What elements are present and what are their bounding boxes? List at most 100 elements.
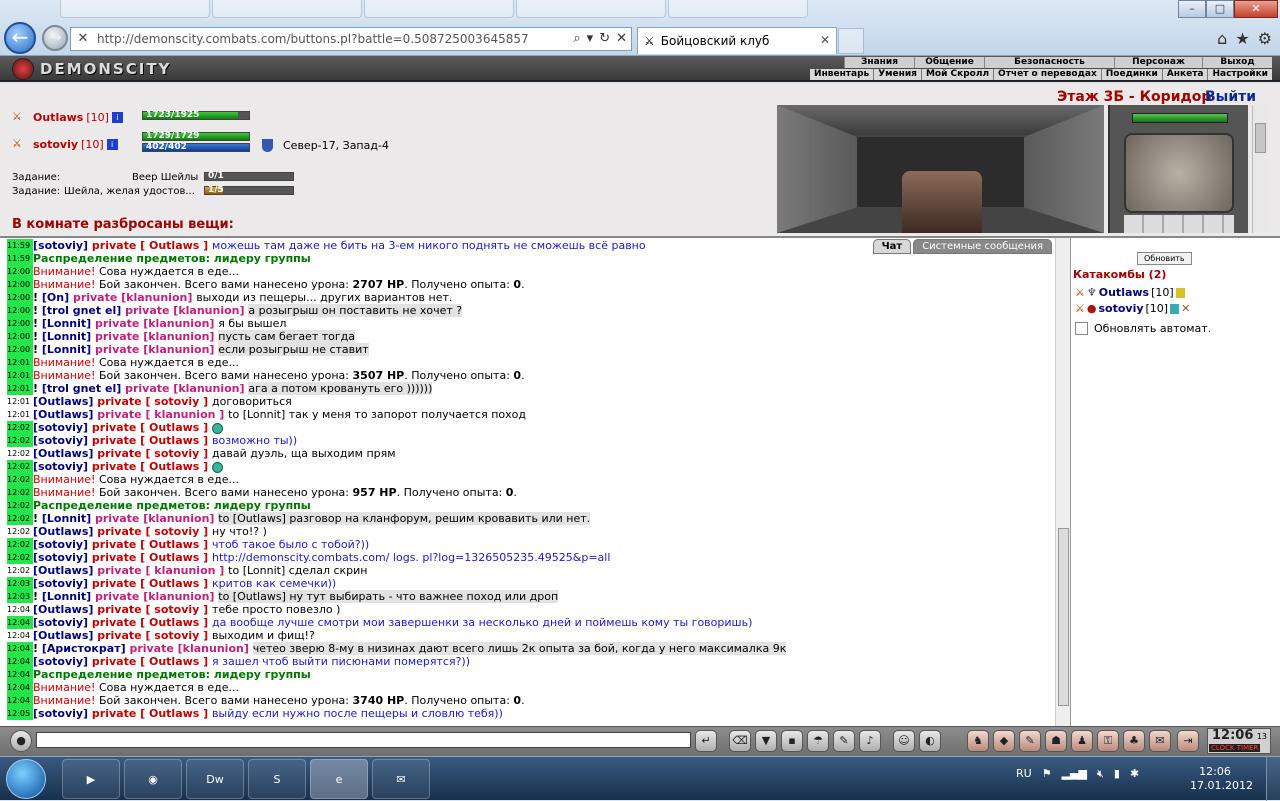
- background-tab[interactable]: [212, 0, 362, 18]
- chat-input[interactable]: [36, 732, 691, 748]
- message-sender[interactable]: [Outlaws]: [33, 629, 93, 642]
- private-target[interactable]: private [klanunion]: [126, 642, 253, 655]
- message-sender[interactable]: [Lonnit]: [42, 343, 91, 356]
- private-target[interactable]: private [klanunion]: [91, 317, 218, 330]
- menu-exit[interactable]: Выход: [1202, 57, 1272, 68]
- submenu-transfers[interactable]: Отчет о переводах: [993, 69, 1101, 80]
- message-sender[interactable]: [Lonnit]: [42, 590, 91, 603]
- message-timestamp[interactable]: 12:02: [7, 434, 33, 447]
- background-tab[interactable]: [516, 0, 666, 18]
- volume-icon[interactable]: 🔇︎: [1097, 767, 1104, 781]
- background-tab[interactable]: [668, 0, 808, 18]
- message-timestamp[interactable]: 12:02: [7, 525, 33, 538]
- background-tab[interactable]: [60, 0, 210, 18]
- task-name[interactable]: Веер Шейлы: [132, 172, 198, 183]
- taskbar-app-dreamweaver[interactable]: Dw: [186, 759, 244, 799]
- message-sender[interactable]: [Lonnit]: [42, 317, 91, 330]
- message-sender[interactable]: [sotoviy]: [33, 434, 88, 447]
- mute-icon[interactable]: ✎: [833, 730, 855, 752]
- dungeon-view[interactable]: [777, 105, 1104, 233]
- private-target[interactable]: private [klanunion]: [121, 382, 248, 395]
- stop-icon[interactable]: ✕: [616, 31, 627, 46]
- message-timestamp[interactable]: 12:02: [7, 551, 33, 564]
- message-sender[interactable]: [trol gnet el]: [42, 304, 121, 317]
- message-sender[interactable]: [sotoviy]: [33, 538, 88, 551]
- message-timestamp[interactable]: 12:04: [7, 681, 33, 694]
- submenu-battles[interactable]: Поединки: [1100, 69, 1162, 80]
- chat-scrollbar[interactable]: [1055, 238, 1070, 728]
- exit-game-icon[interactable]: ⇥: [1177, 730, 1199, 752]
- show-desktop-button[interactable]: [1266, 757, 1280, 801]
- character-name[interactable]: Outlaws: [33, 111, 83, 124]
- close-window-button[interactable]: ✕: [1234, 0, 1278, 18]
- message-timestamp[interactable]: 12:04: [7, 603, 33, 616]
- active-tab[interactable]: ⚔ Бойцовский клуб ✕: [637, 27, 837, 54]
- favorites-icon[interactable]: ★: [1235, 29, 1249, 48]
- message-timestamp[interactable]: 12:02: [7, 473, 33, 486]
- taskbar-app-ie[interactable]: e: [310, 759, 368, 799]
- message-sender[interactable]: [On]: [42, 291, 69, 304]
- message-sender[interactable]: [Lonnit]: [42, 512, 91, 525]
- tab-system-messages[interactable]: Системные сообщения: [913, 239, 1052, 254]
- close-tab-icon[interactable]: ✕: [820, 33, 830, 47]
- message-timestamp[interactable]: 12:02: [7, 486, 33, 499]
- clear-icon[interactable]: ⌫: [729, 730, 751, 752]
- private-target[interactable]: private [klanunion]: [91, 330, 218, 343]
- message-timestamp[interactable]: 12:02: [7, 460, 33, 473]
- private-target[interactable]: private [ sotoviy ]: [93, 603, 212, 616]
- taskbar-app-mail[interactable]: ✉: [372, 759, 430, 799]
- private-target[interactable]: private [klanunion]: [69, 291, 196, 304]
- top-scrollbar[interactable]: [1252, 105, 1268, 233]
- message-timestamp[interactable]: 12:05: [7, 707, 33, 720]
- room-member[interactable]: ⚔ ♆ Outlaws [10]: [1075, 286, 1185, 299]
- message-timestamp[interactable]: 11:59: [7, 252, 33, 265]
- message-sender[interactable]: [Аристократ]: [42, 642, 126, 655]
- private-target[interactable]: private [klanunion]: [91, 343, 218, 356]
- language-indicator[interactable]: RU: [1016, 767, 1032, 781]
- message-timestamp[interactable]: 12:00: [7, 304, 33, 317]
- smiles-icon[interactable]: ☺: [893, 730, 915, 752]
- private-target[interactable]: private [ Outlaws ]: [88, 434, 212, 447]
- run-icon[interactable]: ☂: [807, 730, 829, 752]
- message-timestamp[interactable]: 12:02: [7, 447, 33, 460]
- character-outlaws[interactable]: ⚔ Outlaws [10] i: [12, 110, 123, 124]
- private-target[interactable]: private [ sotoviy ]: [93, 447, 212, 460]
- private-target[interactable]: private [ sotoviy ]: [93, 629, 212, 642]
- action-slot-1-icon[interactable]: ♞: [967, 730, 989, 752]
- save-icon[interactable]: ▪: [781, 730, 803, 752]
- back-button[interactable]: ←: [4, 22, 36, 54]
- action-slot-3-icon[interactable]: ✎: [1019, 730, 1041, 752]
- action-slot-2-icon[interactable]: ◆: [993, 730, 1015, 752]
- message-timestamp[interactable]: 12:04: [7, 694, 33, 707]
- sound-icon[interactable]: ♪: [859, 730, 881, 752]
- action-slot-8-icon[interactable]: ✉: [1149, 730, 1171, 752]
- search-icon[interactable]: ⌕: [573, 31, 580, 46]
- tab-chat[interactable]: Чат: [872, 239, 912, 254]
- menu-knowledge[interactable]: Знания: [844, 57, 914, 68]
- info-icon[interactable]: [1175, 287, 1185, 298]
- message-sender[interactable]: [Lonnit]: [42, 330, 91, 343]
- message-timestamp[interactable]: 11:59: [7, 239, 33, 252]
- filter-icon[interactable]: ▼: [755, 730, 777, 752]
- action-slot-6-icon[interactable]: ⚿: [1097, 730, 1119, 752]
- message-timestamp[interactable]: 12:00: [7, 278, 33, 291]
- task-name[interactable]: Шейла, желая удостов...: [64, 186, 195, 197]
- info-icon[interactable]: i: [106, 138, 118, 150]
- info-icon[interactable]: i: [111, 111, 123, 123]
- refresh-button[interactable]: Обновить: [1137, 252, 1192, 265]
- refresh-icon[interactable]: ↻: [599, 31, 610, 46]
- private-target[interactable]: private [ Outlaws ]: [88, 538, 212, 551]
- message-timestamp[interactable]: 12:01: [7, 408, 33, 421]
- message-timestamp[interactable]: 12:01: [7, 369, 33, 382]
- message-timestamp[interactable]: 12:01: [7, 382, 33, 395]
- new-tab-button[interactable]: [838, 28, 864, 54]
- character-name[interactable]: sotoviy: [33, 138, 78, 151]
- message-timestamp[interactable]: 12:04: [7, 668, 33, 681]
- background-tab[interactable]: [364, 0, 514, 18]
- private-target[interactable]: private [ klanunion ]: [93, 564, 228, 577]
- chat-color-icon[interactable]: ◐: [919, 730, 941, 752]
- submenu-scroll[interactable]: Мой Скролл: [920, 69, 994, 80]
- home-icon[interactable]: ⌂: [1217, 29, 1227, 48]
- message-sender[interactable]: [sotoviy]: [33, 551, 88, 564]
- message-sender[interactable]: [sotoviy]: [33, 707, 88, 720]
